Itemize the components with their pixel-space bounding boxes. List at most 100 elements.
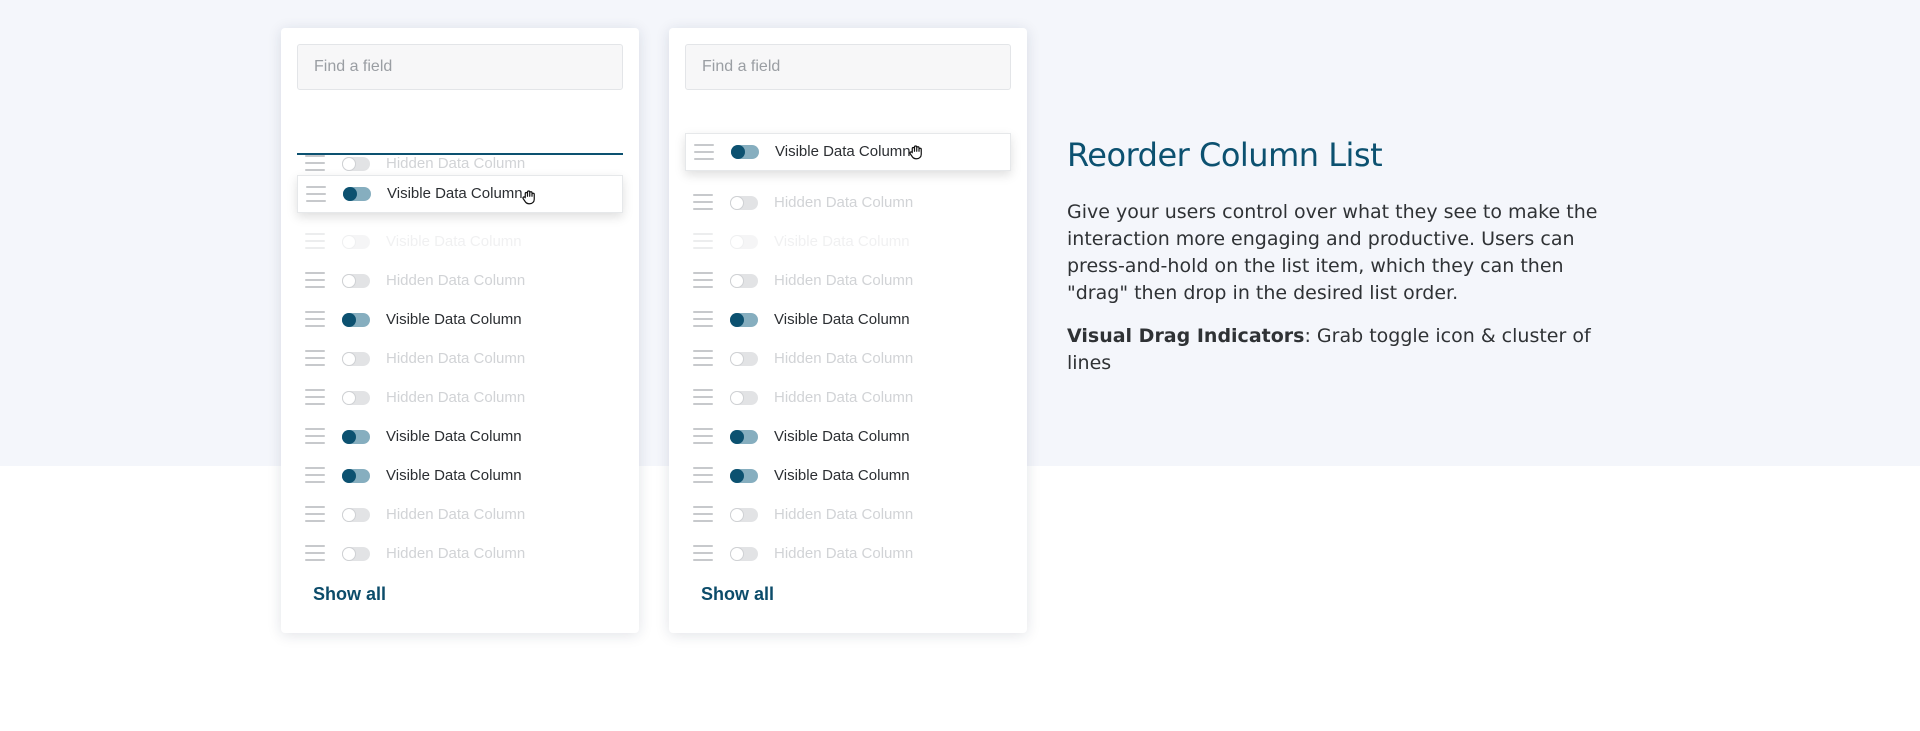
visibility-toggle[interactable] xyxy=(730,430,758,444)
visibility-toggle[interactable] xyxy=(342,430,370,444)
column-label: Hidden Data Column xyxy=(386,506,526,523)
drag-handle-icon[interactable] xyxy=(305,233,325,249)
list-item[interactable]: Hidden Data Column xyxy=(281,495,639,534)
toggle-knob xyxy=(730,352,744,366)
visibility-toggle[interactable] xyxy=(730,235,758,249)
list-item[interactable]: Visible Data Column xyxy=(281,456,639,495)
list-item[interactable]: Visible Data Column xyxy=(281,417,639,456)
list-item[interactable]: Hidden Data Column xyxy=(669,378,1027,417)
toggle-knob xyxy=(730,391,744,405)
visibility-toggle[interactable] xyxy=(342,157,370,171)
drag-handle-icon[interactable] xyxy=(305,467,325,483)
find-field-input[interactable]: Find a field xyxy=(297,44,623,90)
column-label: Hidden Data Column xyxy=(774,194,914,211)
visibility-toggle[interactable] xyxy=(342,508,370,522)
drag-handle-icon[interactable] xyxy=(305,506,325,522)
info-description: Give your users control over what they s… xyxy=(1067,201,1598,304)
drag-handle-icon[interactable] xyxy=(693,428,713,444)
visibility-toggle[interactable] xyxy=(342,274,370,288)
toggle-knob xyxy=(342,430,356,444)
toggle-knob xyxy=(730,469,744,483)
list-item[interactable]: Visible Data Column xyxy=(669,222,1027,261)
drag-handle-icon[interactable] xyxy=(305,428,325,444)
visibility-toggle[interactable] xyxy=(342,547,370,561)
indicators-label: Visual Drag Indicators xyxy=(1067,325,1305,347)
visibility-toggle[interactable] xyxy=(342,313,370,327)
list-item[interactable]: Visible Data Column xyxy=(669,300,1027,339)
visibility-toggle[interactable] xyxy=(730,508,758,522)
visibility-toggle[interactable] xyxy=(731,145,759,159)
visibility-toggle[interactable] xyxy=(343,187,371,201)
toggle-knob xyxy=(342,157,356,171)
drag-handle-icon[interactable] xyxy=(693,545,713,561)
toggle-knob xyxy=(730,508,744,522)
toggle-knob xyxy=(730,235,744,249)
drag-handle-icon[interactable] xyxy=(693,311,713,327)
column-label: Visible Data Column xyxy=(386,428,522,445)
drag-handle-icon[interactable] xyxy=(693,194,713,210)
drag-handle-icon[interactable] xyxy=(693,467,713,483)
toggle-knob xyxy=(342,352,356,366)
column-label: Visible Data Column xyxy=(387,185,523,202)
visibility-toggle[interactable] xyxy=(730,274,758,288)
list-item[interactable]: Visible Data Column xyxy=(281,222,639,261)
list-item[interactable]: Hidden Data Column xyxy=(669,339,1027,378)
drag-handle-icon[interactable] xyxy=(305,311,325,327)
find-field-input[interactable]: Find a field xyxy=(685,44,1011,90)
drag-handle-icon[interactable] xyxy=(693,389,713,405)
column-list-panel-2: Find a field Hidden Data Column Hidden Da… xyxy=(669,28,1027,633)
toggle-knob xyxy=(342,469,356,483)
toggle-knob xyxy=(342,235,356,249)
list-item[interactable]: Hidden Data Column xyxy=(281,339,639,378)
drag-handle-icon[interactable] xyxy=(693,233,713,249)
list-item[interactable]: Hidden Data Column xyxy=(669,495,1027,534)
drag-handle-icon[interactable] xyxy=(305,155,325,171)
list-item[interactable]: Visible Data Column xyxy=(669,456,1027,495)
drag-handle-icon[interactable] xyxy=(306,186,326,202)
toggle-knob xyxy=(342,313,356,327)
visibility-toggle[interactable] xyxy=(342,352,370,366)
drag-handle-icon[interactable] xyxy=(305,350,325,366)
list-item[interactable]: Visible Data Column xyxy=(281,300,639,339)
drag-handle-icon[interactable] xyxy=(693,506,713,522)
dragged-list-item[interactable]: Visible Data Column xyxy=(685,133,1011,171)
visibility-toggle[interactable] xyxy=(730,469,758,483)
dragged-list-item[interactable]: Visible Data Column xyxy=(297,175,623,213)
list-item[interactable]: Hidden Data Column xyxy=(669,534,1027,573)
column-label: Hidden Data Column xyxy=(774,272,914,289)
visibility-toggle[interactable] xyxy=(730,391,758,405)
list-item[interactable]: Hidden Data Column xyxy=(669,183,1027,222)
column-label: Visible Data Column xyxy=(386,311,522,328)
list-item[interactable]: Hidden Data Column xyxy=(281,534,639,573)
info-indicators: Visual Drag Indicators: Grab toggle icon… xyxy=(1067,323,1627,377)
show-all-link[interactable]: Show all xyxy=(313,584,386,605)
grab-hand-cursor-icon xyxy=(909,145,922,160)
list-item[interactable]: Hidden Data Column xyxy=(669,261,1027,300)
list-item[interactable]: Visible Data Column xyxy=(669,417,1027,456)
column-label: Hidden Data Column xyxy=(774,389,914,406)
visibility-toggle[interactable] xyxy=(730,313,758,327)
visibility-toggle[interactable] xyxy=(730,547,758,561)
visibility-toggle[interactable] xyxy=(730,352,758,366)
toggle-knob xyxy=(342,274,356,288)
drag-handle-icon[interactable] xyxy=(694,144,714,160)
info-title: Reorder Column List xyxy=(1067,136,1383,174)
column-label: Visible Data Column xyxy=(775,143,911,160)
toggle-knob xyxy=(730,274,744,288)
drag-handle-icon[interactable] xyxy=(305,545,325,561)
drag-handle-icon[interactable] xyxy=(305,389,325,405)
column-label: Hidden Data Column xyxy=(386,350,526,367)
drag-handle-icon[interactable] xyxy=(305,272,325,288)
toggle-knob xyxy=(730,430,744,444)
visibility-toggle[interactable] xyxy=(342,391,370,405)
show-all-link[interactable]: Show all xyxy=(701,584,774,605)
drag-handle-icon[interactable] xyxy=(693,272,713,288)
list-item[interactable]: Hidden Data Column xyxy=(281,261,639,300)
grab-hand-cursor-icon xyxy=(522,190,535,205)
visibility-toggle[interactable] xyxy=(342,235,370,249)
drag-handle-icon[interactable] xyxy=(693,350,713,366)
column-label: Hidden Data Column xyxy=(774,506,914,523)
visibility-toggle[interactable] xyxy=(730,196,758,210)
list-item[interactable]: Hidden Data Column xyxy=(281,378,639,417)
visibility-toggle[interactable] xyxy=(342,469,370,483)
